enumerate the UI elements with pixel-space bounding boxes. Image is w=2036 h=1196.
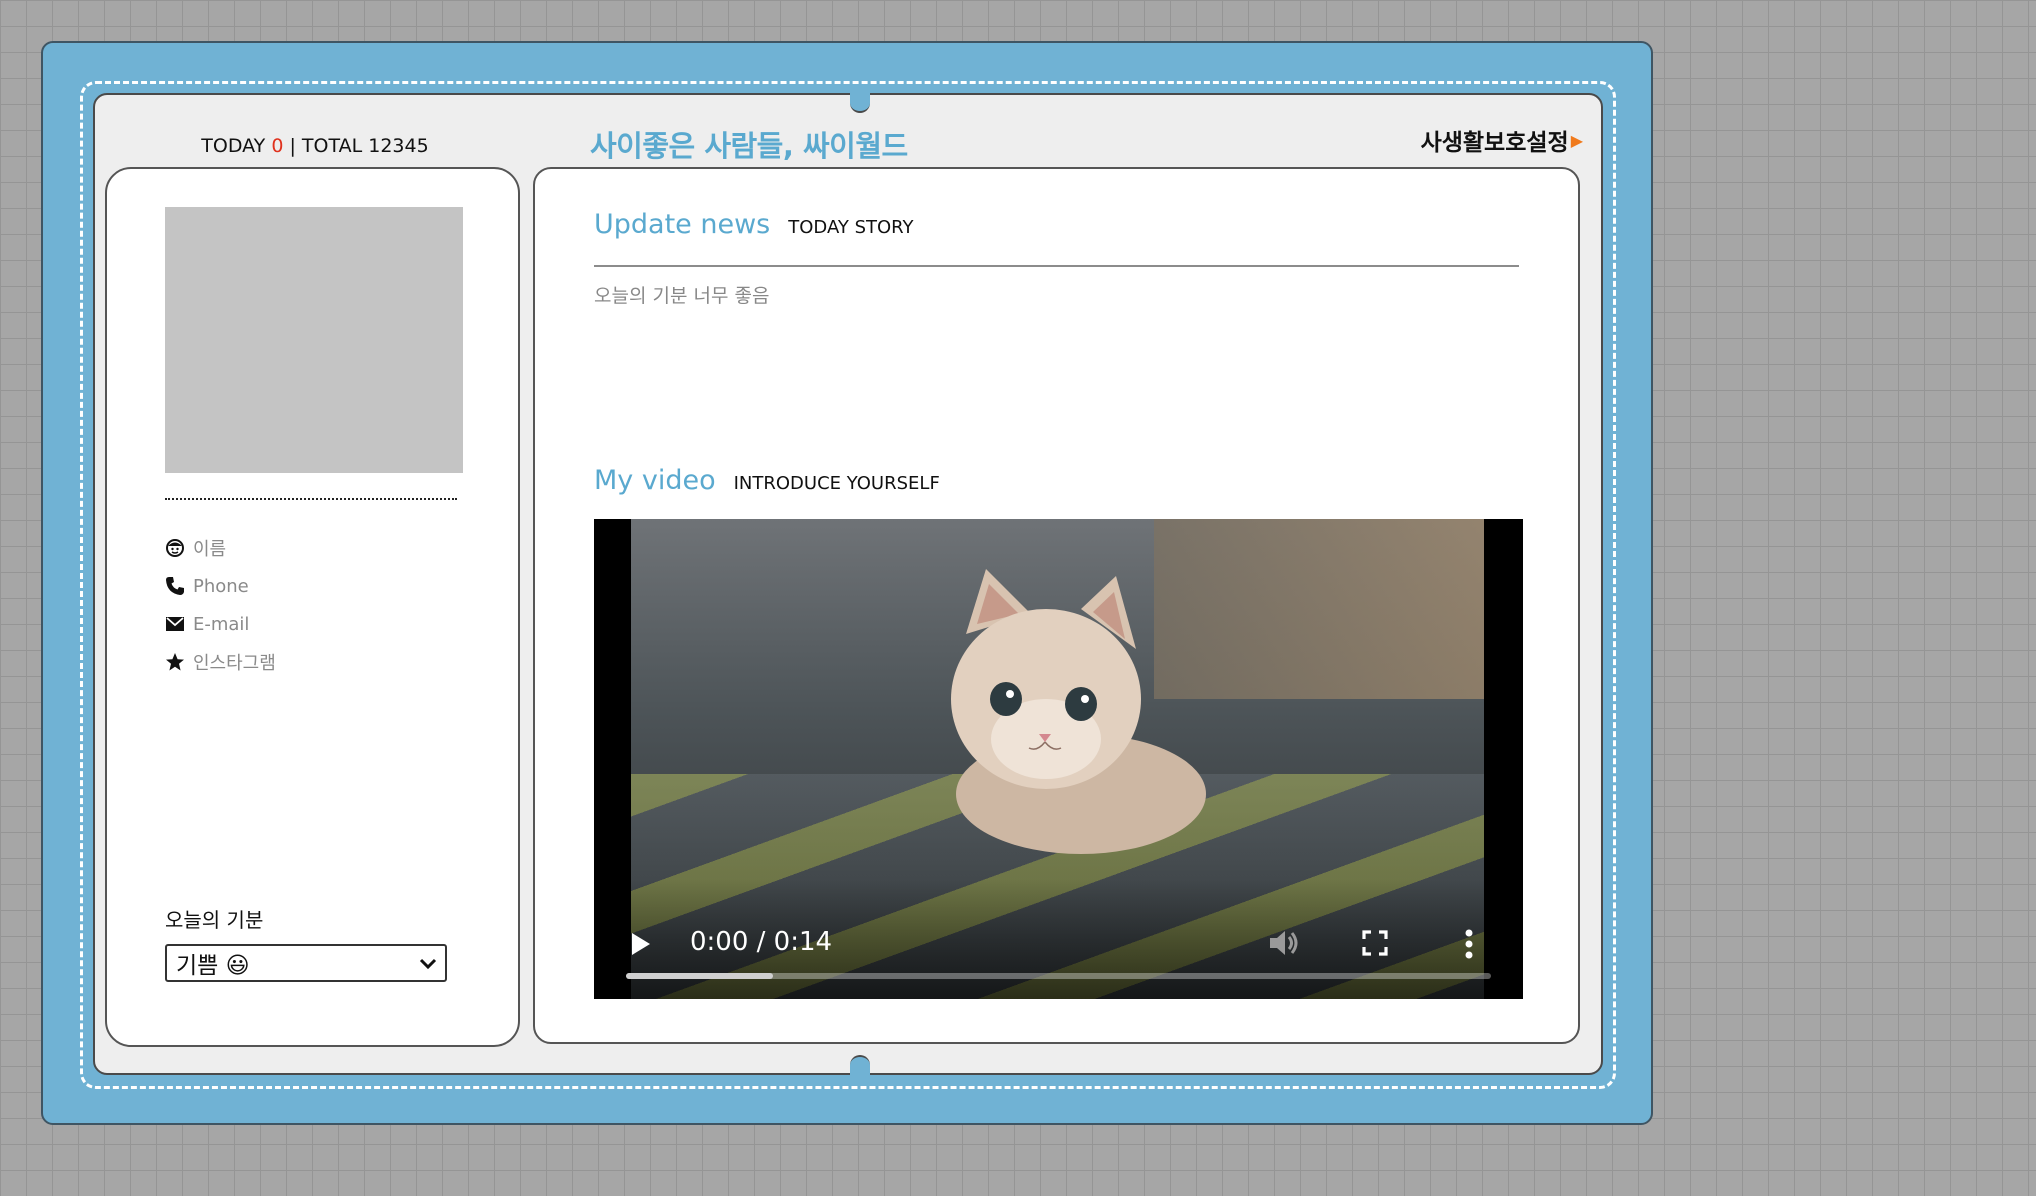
binding-notch-top	[850, 93, 870, 113]
video-progress-track[interactable]	[626, 973, 1491, 979]
video-subtitle: INTRODUCE YOURSELF	[733, 473, 940, 494]
info-item-phone: Phone	[165, 567, 276, 605]
info-label-email: E-mail	[193, 613, 250, 635]
news-text: 오늘의 기분 너무 좋음	[594, 285, 770, 307]
arrow-right-icon: ▶	[1570, 130, 1583, 150]
mood-selected-value: 기쁨 😃	[176, 953, 250, 979]
info-item-instagram: 인스타그램	[165, 643, 276, 681]
profile-info-list: 이름 Phone E-mail 인스타그램	[165, 529, 276, 681]
today-count: 0	[271, 135, 284, 157]
today-label: TODAY	[201, 135, 266, 157]
info-label-name: 이름	[193, 539, 227, 560]
mood-label: 오늘의 기분	[165, 908, 264, 932]
privacy-settings-link[interactable]: 사생활보호설정 ▶	[1421, 123, 1583, 157]
info-item-email: E-mail	[165, 605, 276, 643]
binding-notch-bottom	[850, 1055, 870, 1075]
profile-divider	[165, 498, 457, 500]
info-label-phone: Phone	[193, 575, 249, 597]
smiley-icon	[165, 538, 185, 558]
content-panel: Update news TODAY STORY 오늘의 기분 너무 좋음 My …	[533, 167, 1580, 1044]
total-label: TOTAL	[301, 135, 363, 157]
news-header: Update news TODAY STORY	[594, 209, 914, 240]
volume-icon[interactable]	[1267, 927, 1301, 963]
profile-image	[165, 207, 463, 473]
profile-panel: 이름 Phone E-mail 인스타그램 오늘의 기분 기쁨 😃	[105, 167, 520, 1047]
inner-page: TODAY 0 | TOTAL 12345 사이좋은 사람들, 싸이월드 사생활…	[93, 93, 1603, 1075]
privacy-settings-label: 사생활보호설정	[1420, 130, 1569, 156]
video-time: 0:00 / 0:14	[690, 927, 833, 957]
phone-icon	[165, 576, 185, 596]
envelope-icon	[165, 614, 185, 634]
video-buffered-bar	[626, 973, 774, 979]
news-divider	[594, 265, 1519, 267]
mood-select[interactable]: 기쁨 😃	[165, 944, 447, 982]
visitor-counter: TODAY 0 | TOTAL 12345	[195, 135, 435, 157]
play-icon[interactable]	[630, 931, 652, 961]
counter-separator: |	[289, 135, 296, 157]
info-label-instagram: 인스타그램	[193, 653, 276, 674]
total-count: 12345	[368, 135, 429, 157]
news-subtitle: TODAY STORY	[788, 217, 914, 238]
fullscreen-icon[interactable]	[1362, 930, 1388, 960]
info-item-name: 이름	[165, 529, 276, 567]
video-title: My video	[594, 465, 716, 496]
video-controls: 0:00 / 0:14	[594, 879, 1523, 999]
site-title: 사이좋은 사람들, 싸이월드	[590, 129, 908, 163]
chevron-down-icon	[419, 950, 437, 976]
video-player[interactable]: 0:00 / 0:14	[594, 519, 1523, 999]
news-title: Update news	[594, 209, 771, 240]
video-header: My video INTRODUCE YOURSELF	[594, 465, 940, 496]
minihompy-frame: TODAY 0 | TOTAL 12345 사이좋은 사람들, 싸이월드 사생활…	[41, 41, 1653, 1125]
star-icon	[165, 652, 185, 672]
kitten-picture	[951, 569, 1206, 854]
more-options-icon[interactable]	[1464, 929, 1474, 963]
